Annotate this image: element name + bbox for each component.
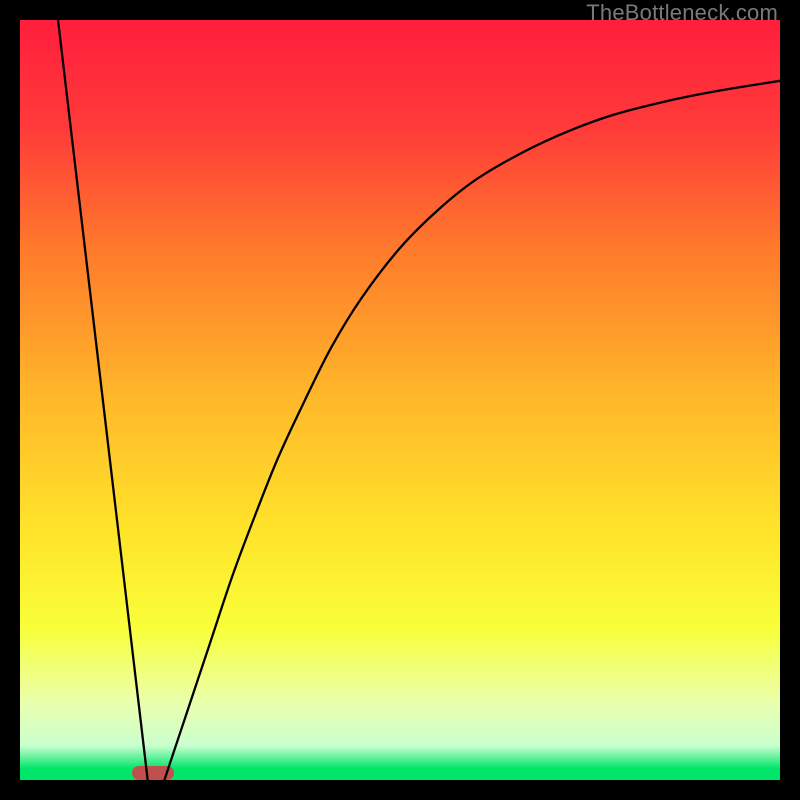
watermark-text: TheBottleneck.com: [586, 0, 778, 26]
right-curve-line: [164, 81, 780, 780]
chart-frame: [20, 20, 780, 780]
chart-lines: [20, 20, 780, 780]
left-slope-line: [58, 20, 148, 780]
